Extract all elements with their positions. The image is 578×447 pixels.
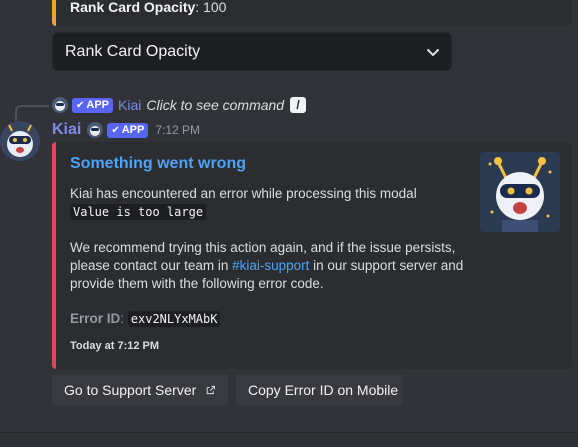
embed-thumbnail[interactable] [480,152,560,232]
support-server-button[interactable]: Go to Support Server [52,374,228,406]
reply-app-badge: ✔ APP [72,97,114,113]
error-id-row: Error ID: exv2NLYxMAbK [70,311,221,327]
error-id-label: Error ID [70,311,121,326]
embed-title: Something went wrong [70,155,246,172]
embed-description-2: We recommend trying this action again, a… [70,240,464,291]
rank-card-select[interactable]: Rank Card Opacity [52,32,452,71]
reply-username[interactable]: Kiai [118,97,141,113]
support-channel-link[interactable]: #kiai-support [232,258,309,273]
previous-embed-field: Rank Card Opacity: 100 [70,0,227,15]
embed-footer: Today at 7:12 PM [70,340,160,352]
message-timestamp[interactable]: 7:12 PM [155,123,200,137]
copy-error-id-button[interactable]: Copy Error ID on Mobile [236,374,403,406]
reply-reference[interactable]: ✔ APP Kiai Click to see command / [52,96,307,114]
message-username[interactable]: Kiai [52,121,81,139]
support-server-label: Go to Support Server [64,382,197,398]
error-code-inline: Value is too large [70,204,207,220]
username-avatar-icon [87,122,104,138]
previous-embed: Rank Card Opacity: 100 [52,0,572,26]
reply-command-text[interactable]: Click to see command [146,97,284,113]
message-header: Kiai ✔ APP 7:12 PM [52,120,200,140]
copy-error-id-label: Copy Error ID on Mobile [248,382,399,398]
avatar[interactable] [0,121,40,161]
embed-description-1: Kiai has encountered an error while proc… [70,186,417,220]
error-embed: Something went wrong Kiai has encountere… [52,142,572,369]
chevron-down-icon [427,49,439,56]
bottom-divider [0,432,578,447]
slash-command-icon: / [290,97,307,113]
external-link-icon [207,385,216,395]
select-value: Rank Card Opacity [65,43,201,60]
error-id-value: exv2NLYxMAbK [127,311,221,327]
reply-avatar [52,97,68,113]
app-badge: ✔ APP [107,122,149,138]
reply-spine [15,105,49,121]
